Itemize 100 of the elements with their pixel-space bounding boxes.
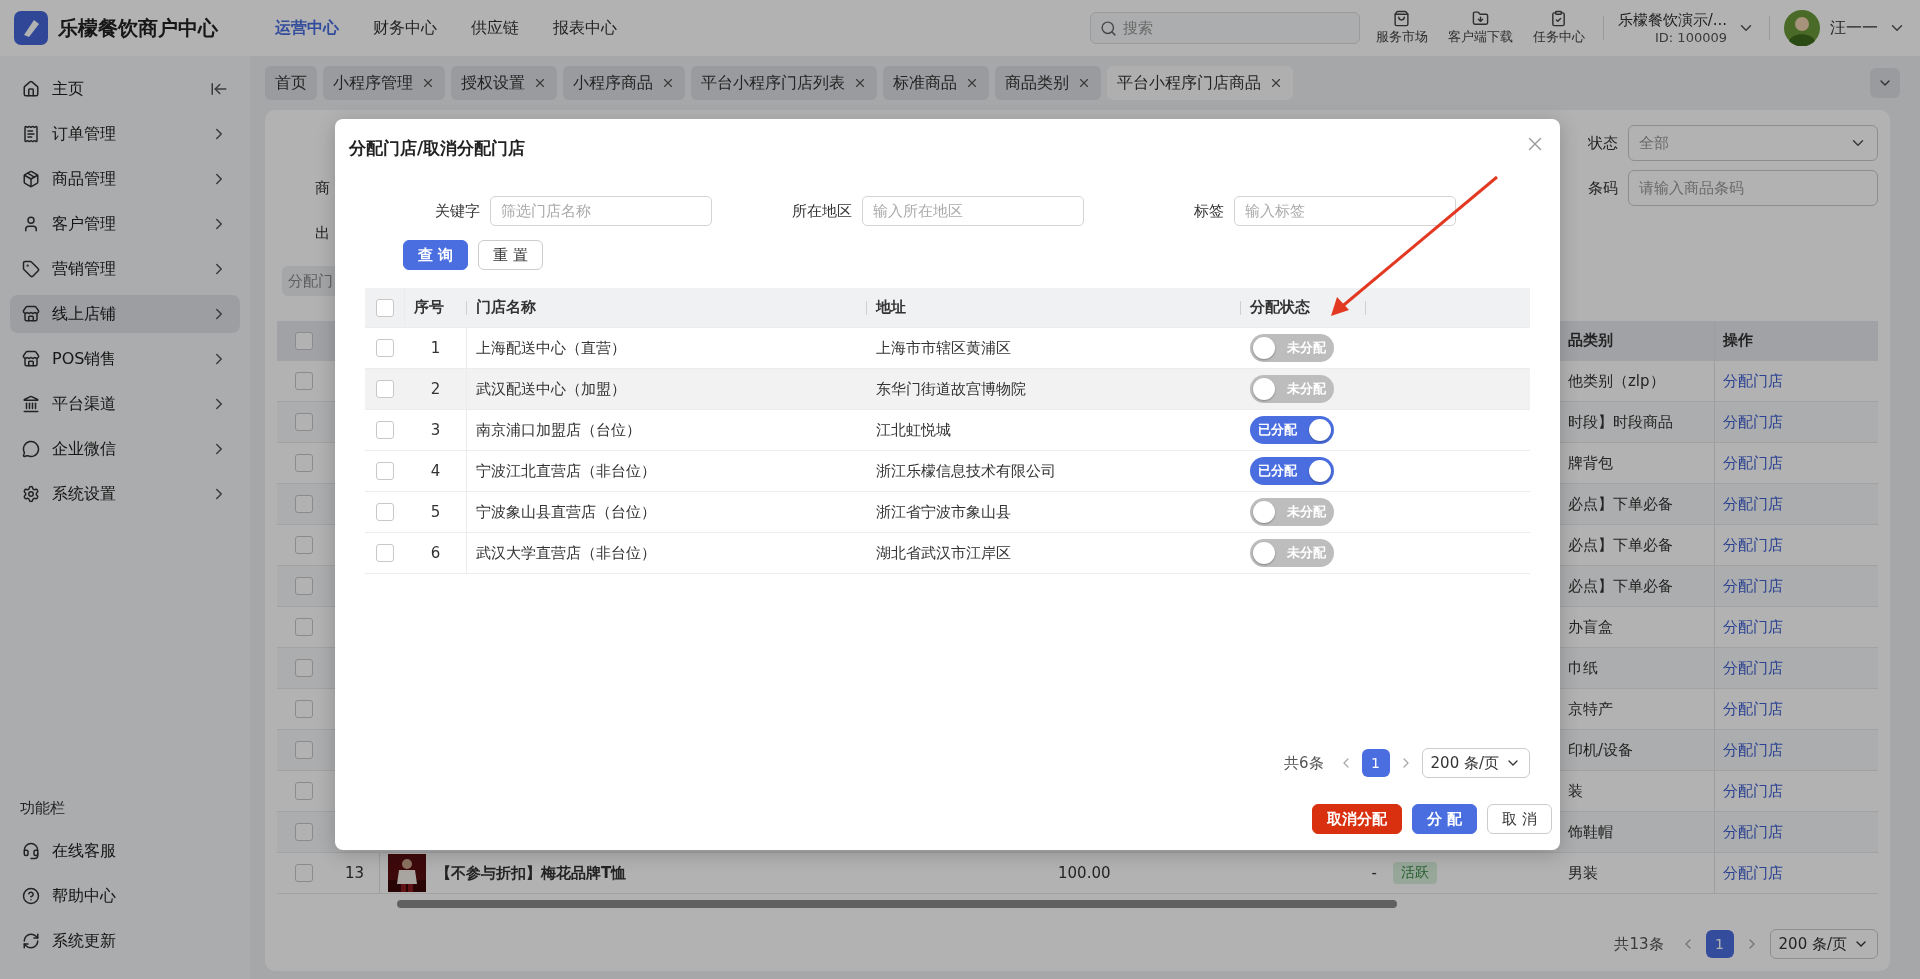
assign-store-link[interactable]: 分配门店 <box>1723 863 1783 883</box>
sidebar-item[interactable]: POS销售 <box>10 340 240 378</box>
checkbox[interactable] <box>376 421 394 439</box>
assign-store-link[interactable]: 分配门店 <box>1723 617 1783 637</box>
sidebar-item[interactable]: 主页 <box>10 70 240 108</box>
checkbox[interactable] <box>294 700 313 718</box>
close-icon[interactable] <box>853 76 867 90</box>
checkbox[interactable] <box>294 823 313 841</box>
collapse-icon[interactable] <box>210 80 228 98</box>
checkbox[interactable] <box>294 331 313 350</box>
filter-field[interactable]: 筛选门店名称 <box>490 196 712 226</box>
clipboard-icon <box>1550 10 1568 27</box>
page-button[interactable]: 1 <box>1361 749 1390 777</box>
search-field[interactable]: 搜索 <box>1089 12 1360 44</box>
checkbox[interactable] <box>294 413 313 431</box>
table-cell: 6 <box>430 544 441 562</box>
close-icon[interactable] <box>421 76 435 90</box>
sidebar-item[interactable]: 订单管理 <box>10 115 240 153</box>
nav-tab[interactable]: 供应链 <box>471 17 519 39</box>
assign-store-link[interactable]: 分配门店 <box>1723 658 1783 678</box>
unassign-button[interactable]: 取消分配 <box>1312 804 1402 834</box>
toolbar-button[interactable]: 服务市场 <box>1371 10 1432 46</box>
toolbar-button[interactable]: 客户端下载 <box>1443 10 1517 46</box>
assign-store-link[interactable]: 分配门店 <box>1723 535 1783 555</box>
assign-store-link[interactable]: 分配门店 <box>1723 781 1783 801</box>
assign-store-link[interactable]: 分配门店 <box>1723 453 1783 473</box>
barcode-field[interactable]: 请输入商品条码 <box>1628 170 1878 206</box>
sidebar-item[interactable]: 企业微信 <box>10 430 240 468</box>
checkbox[interactable] <box>294 782 313 800</box>
close-icon[interactable] <box>965 76 979 90</box>
checkbox[interactable] <box>294 741 313 759</box>
page-tab[interactable]: 小程序商品 <box>563 66 685 100</box>
close-icon[interactable] <box>533 76 547 90</box>
nav-tab[interactable]: 财务中心 <box>373 17 437 39</box>
page-button[interactable]: 1 <box>1705 930 1734 958</box>
checkbox[interactable] <box>376 503 394 521</box>
sidebar-item[interactable]: 线上店铺 <box>10 295 240 333</box>
page-tab[interactable]: 小程序管理 <box>323 66 445 100</box>
assign-store-link[interactable]: 分配门店 <box>1723 740 1783 760</box>
checkbox[interactable] <box>294 659 313 677</box>
page-tab[interactable]: 授权设置 <box>451 66 557 100</box>
toolbar-button[interactable]: 任务中心 <box>1528 10 1589 46</box>
close-icon[interactable] <box>661 76 675 90</box>
table-cell: 4 <box>430 462 441 480</box>
checkbox[interactable] <box>376 380 394 398</box>
assign-switch[interactable]: 已分配 <box>1250 457 1334 485</box>
assign-store-link[interactable]: 分配门店 <box>1723 576 1783 596</box>
field-label: 状态 <box>1588 133 1618 153</box>
folder-download-icon <box>1471 10 1489 27</box>
account-switcher[interactable]: 乐檬餐饮演示/... ID: 100009 <box>1617 11 1755 45</box>
sidebar-item[interactable]: 系统设置 <box>10 475 240 513</box>
checkbox[interactable] <box>376 462 394 480</box>
sidebar-item[interactable]: 在线客服 <box>10 832 240 870</box>
headset-icon <box>22 842 40 860</box>
assign-store-link[interactable]: 分配门店 <box>1723 412 1783 432</box>
page-tab[interactable]: 首页 <box>265 66 317 100</box>
checkbox[interactable] <box>294 454 313 472</box>
checkbox[interactable] <box>294 577 313 595</box>
checkbox[interactable] <box>376 339 394 357</box>
sidebar-item[interactable]: 系统更新 <box>10 922 240 960</box>
tabs-menu-button[interactable] <box>1870 68 1900 98</box>
user-menu[interactable]: 汪一一 <box>1784 10 1906 46</box>
checkbox[interactable] <box>376 544 394 562</box>
assign-store-link[interactable]: 分配门店 <box>1723 494 1783 514</box>
checkbox[interactable] <box>294 372 313 390</box>
store-address: 江北虹悦城 <box>876 420 951 440</box>
field-label: 条码 <box>1588 178 1618 198</box>
assign-store-link[interactable]: 分配门店 <box>1723 371 1783 391</box>
page-tab[interactable]: 平台小程序门店列表 <box>691 66 877 100</box>
page-tab[interactable]: 平台小程序门店商品 <box>1107 66 1293 100</box>
filter-field[interactable]: 输入标签 <box>1234 196 1456 226</box>
page-size-select[interactable]: 200 条/页 <box>1421 748 1530 778</box>
sidebar-item[interactable]: 客户管理 <box>10 205 240 243</box>
nav-tab[interactable]: 运营中心 <box>275 17 339 39</box>
checkbox[interactable] <box>294 864 313 882</box>
checkbox[interactable] <box>375 298 394 317</box>
assign-store-link[interactable]: 分配门店 <box>1723 699 1783 719</box>
reset-button[interactable]: 重 置 <box>478 240 543 270</box>
sidebar-item[interactable]: 营销管理 <box>10 250 240 288</box>
nav-tab[interactable]: 报表中心 <box>553 17 617 39</box>
close-icon[interactable] <box>1269 76 1283 90</box>
cancel-button[interactable]: 取 消 <box>1487 804 1552 834</box>
filter-field[interactable]: 输入所在地区 <box>862 196 1084 226</box>
column-header: 序号 <box>414 298 444 317</box>
checkbox[interactable] <box>294 495 313 513</box>
search-button[interactable]: 查 询 <box>403 240 469 270</box>
table-cell: 印机/设备 <box>1568 740 1634 760</box>
sidebar-item[interactable]: 帮助中心 <box>10 877 240 915</box>
field-label: 商 <box>315 178 330 198</box>
sidebar-item[interactable]: 商品管理 <box>10 160 240 198</box>
page-tab[interactable]: 标准商品 <box>883 66 989 100</box>
checkbox[interactable] <box>294 536 313 554</box>
assign-switch[interactable]: 已分配 <box>1250 416 1334 444</box>
close-icon[interactable] <box>1077 76 1091 90</box>
checkbox[interactable] <box>294 618 313 636</box>
page-size-select[interactable]: 200 条/页 <box>1769 929 1878 959</box>
sidebar-item[interactable]: 平台渠道 <box>10 385 240 423</box>
page-tab[interactable]: 商品类别 <box>995 66 1101 100</box>
assign-store-link[interactable]: 分配门店 <box>1723 822 1783 842</box>
assign-button[interactable]: 分 配 <box>1412 804 1478 834</box>
